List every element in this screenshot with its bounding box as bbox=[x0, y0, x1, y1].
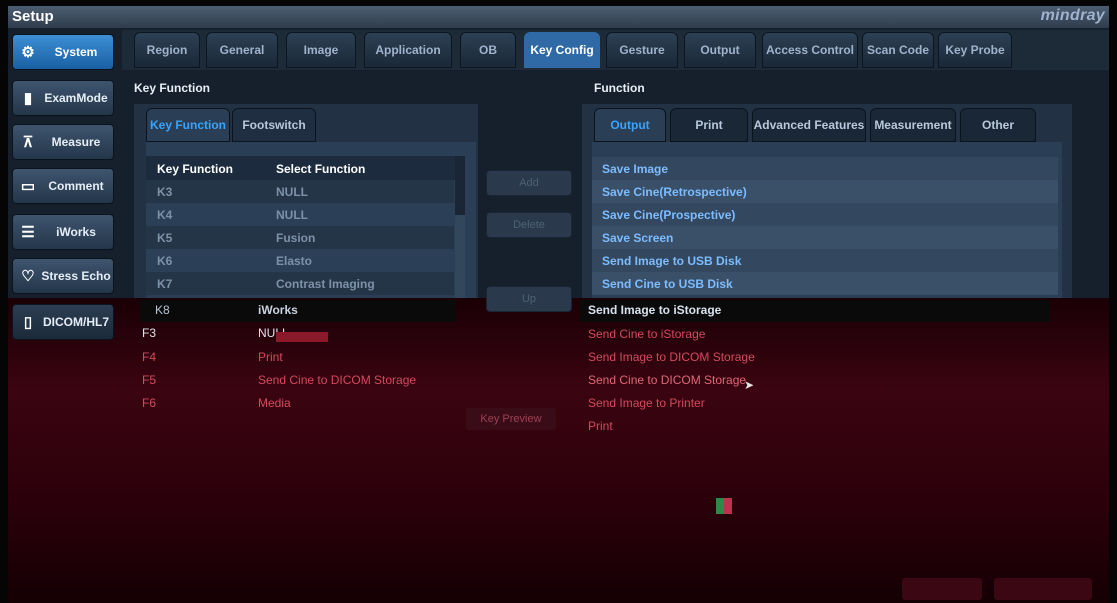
key-row-highlight bbox=[140, 300, 456, 322]
tab-ob[interactable]: OB bbox=[460, 32, 516, 68]
tab-key-config[interactable]: Key Config bbox=[524, 32, 600, 68]
function-list: Save Image Save Cine(Retrospective) Save… bbox=[592, 157, 1058, 295]
exam-mode-icon: ▮ bbox=[23, 90, 33, 107]
table-cell-key: K7 bbox=[157, 276, 173, 291]
table-cell-function: iWorks bbox=[258, 303, 298, 317]
sidebar-item-dicom[interactable]: ▯ DICOM/HL7 bbox=[12, 304, 114, 340]
sidebar-item-label: iWorks bbox=[56, 225, 96, 239]
sidebar-item-measure[interactable]: ⊼ Measure bbox=[12, 124, 114, 160]
sidebar-item-stress-echo[interactable]: ♡ Stress Echo bbox=[12, 258, 114, 294]
tab-access-control[interactable]: Access Control bbox=[762, 32, 858, 68]
table-cell-function: Print bbox=[258, 350, 283, 364]
gear-icon: ⚙ bbox=[21, 44, 35, 61]
subtab-other[interactable]: Other bbox=[960, 108, 1036, 142]
list-item[interactable]: Send Image to DICOM Storage bbox=[588, 350, 755, 364]
list-item[interactable]: Send Image to Printer bbox=[588, 396, 705, 410]
subtab-key-function[interactable]: Key Function bbox=[146, 108, 230, 142]
tab-output[interactable]: Output bbox=[684, 32, 756, 68]
table-row[interactable]: K6 Elasto bbox=[146, 249, 454, 272]
tab-scan-code[interactable]: Scan Code bbox=[862, 32, 934, 68]
subtab-output[interactable]: Output bbox=[594, 108, 666, 142]
subtab-advanced-features[interactable]: Advanced Features bbox=[752, 108, 866, 142]
list-item[interactable]: Save Cine(Prospective) bbox=[592, 203, 1058, 226]
sidebar-item-comment[interactable]: ▭ Comment bbox=[12, 168, 114, 204]
caliper-icon: ⊼ bbox=[22, 134, 34, 151]
mouse-cursor-icon: ➤ bbox=[744, 378, 755, 392]
table-row[interactable]: K7 Contrast Imaging bbox=[146, 272, 454, 295]
cancel-button-ghost[interactable] bbox=[994, 578, 1092, 600]
tab-region[interactable]: Region bbox=[134, 32, 200, 68]
table-row[interactable]: K3 NULL bbox=[146, 180, 454, 203]
add-button[interactable]: Add bbox=[486, 170, 572, 196]
corrupted-region bbox=[8, 298, 1109, 603]
subtab-print[interactable]: Print bbox=[670, 108, 748, 142]
sidebar-item-label: DICOM/HL7 bbox=[43, 315, 109, 329]
table-cell-key: F4 bbox=[142, 350, 157, 364]
tab-key-probe[interactable]: Key Probe bbox=[938, 32, 1012, 68]
sidebar-item-iworks[interactable]: ☰ iWorks bbox=[12, 214, 114, 250]
sidebar-item-exammode[interactable]: ▮ ExamMode bbox=[12, 80, 114, 116]
list-item[interactable]: Send Image to USB Disk bbox=[592, 249, 1058, 272]
list-item[interactable]: Save Image bbox=[592, 157, 1058, 180]
table-cell-function: NULL bbox=[276, 207, 308, 222]
table-cell-key: F5 bbox=[142, 373, 157, 387]
subtab-footswitch[interactable]: Footswitch bbox=[232, 108, 316, 142]
window-title: Setup bbox=[12, 8, 54, 25]
key-table-body: K3 NULL K4 NULL K5 Fusion K6 Elasto K7 Contra… bbox=[146, 180, 454, 295]
delete-button[interactable]: Delete bbox=[486, 212, 572, 238]
up-button[interactable]: Up bbox=[486, 286, 572, 312]
key-function-title: Key Function bbox=[134, 81, 211, 95]
tab-image[interactable]: Image bbox=[286, 32, 356, 68]
scrollbar-thumb[interactable] bbox=[455, 215, 465, 298]
ok-button-ghost[interactable] bbox=[902, 578, 982, 600]
key-preview-button[interactable]: Key Preview bbox=[466, 408, 556, 430]
table-cell-function: Contrast Imaging bbox=[276, 276, 375, 291]
heart-icon: ♡ bbox=[21, 268, 35, 285]
iworks-icon: ☰ bbox=[21, 224, 35, 241]
tab-general[interactable]: General bbox=[206, 32, 278, 68]
table-cell-key: F6 bbox=[142, 396, 157, 410]
table-cell-function: Send Cine to DICOM Storage bbox=[258, 373, 417, 387]
tab-gesture[interactable]: Gesture bbox=[606, 32, 678, 68]
list-item[interactable]: Send Cine to USB Disk bbox=[592, 272, 1058, 295]
table-cell-key: K8 bbox=[155, 303, 170, 317]
sidebar-item-label: Stress Echo bbox=[41, 269, 111, 283]
comment-icon: ▭ bbox=[20, 178, 36, 195]
sidebar-item-label: Measure bbox=[51, 135, 101, 149]
sidebar-item-label: ExamMode bbox=[44, 91, 108, 105]
function-title: Function bbox=[594, 81, 645, 95]
sidebar-item-label: Comment bbox=[48, 179, 104, 193]
list-item[interactable]: Print bbox=[588, 419, 613, 433]
list-item[interactable]: Send Cine to DICOM Storage bbox=[588, 373, 746, 387]
title-bar: Setup mindray bbox=[8, 6, 1109, 28]
dicom-icon: ▯ bbox=[23, 314, 33, 331]
table-cell-function: Fusion bbox=[276, 230, 316, 245]
list-item[interactable]: Send Cine to iStorage bbox=[588, 327, 705, 341]
table-row[interactable]: K4 NULL bbox=[146, 203, 454, 226]
table-cell-function: Elasto bbox=[276, 253, 313, 268]
table-cell-key: K5 bbox=[157, 230, 173, 245]
table-cell-key: K6 bbox=[157, 253, 173, 268]
list-item[interactable]: Send Image to iStorage bbox=[588, 303, 721, 317]
subtab-measurement[interactable]: Measurement bbox=[870, 108, 956, 142]
table-cell-function: NULL bbox=[276, 184, 308, 199]
glitch-artifact bbox=[276, 332, 328, 342]
column-header-key: Key Function bbox=[157, 162, 234, 176]
list-item[interactable]: Save Cine(Retrospective) bbox=[592, 180, 1058, 203]
glitch-artifact bbox=[724, 498, 732, 514]
table-cell-key: F3 bbox=[142, 326, 157, 340]
sidebar-item-label: System bbox=[54, 45, 98, 59]
brand-logo: mindray bbox=[1040, 7, 1105, 24]
table-cell-key: K4 bbox=[157, 207, 173, 222]
list-item[interactable]: Save Screen bbox=[592, 226, 1058, 249]
tab-application[interactable]: Application bbox=[364, 32, 452, 68]
table-cell-key: K3 bbox=[157, 184, 173, 199]
table-cell-function: Media bbox=[258, 396, 291, 410]
column-header-function: Select Function bbox=[276, 162, 366, 176]
table-row[interactable]: K5 Fusion bbox=[146, 226, 454, 249]
sidebar-item-system[interactable]: ⚙ System bbox=[12, 34, 114, 70]
